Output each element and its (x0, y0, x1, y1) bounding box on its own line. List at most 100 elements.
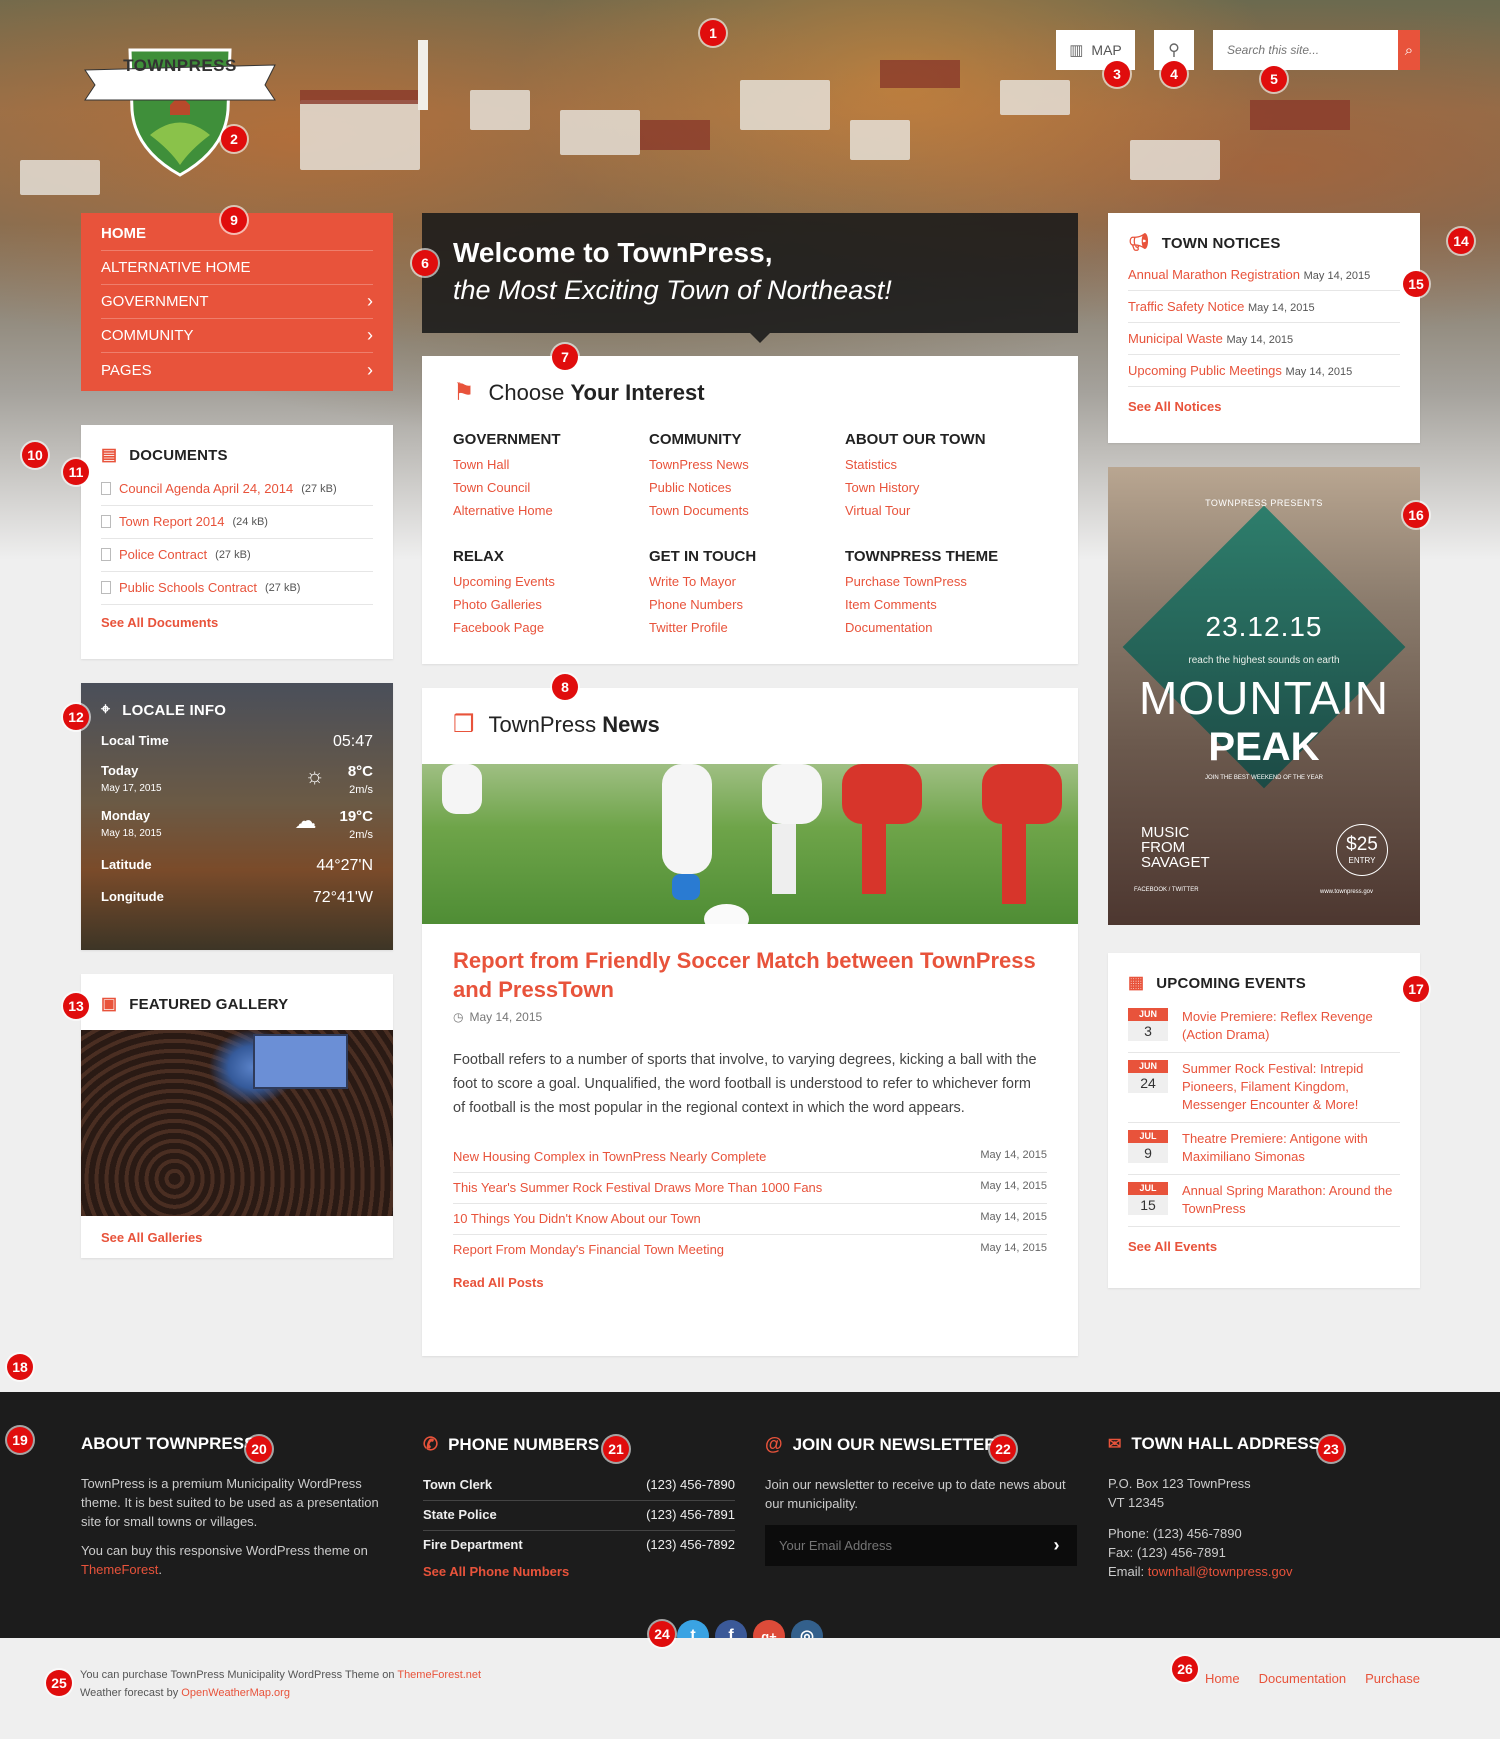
annotation-badge: 3 (1104, 61, 1130, 87)
see-all-galleries-link[interactable]: See All Galleries (101, 1230, 202, 1245)
site-logo[interactable]: TOWNPRESS (80, 40, 280, 180)
event-link[interactable]: Annual Spring Marathon: Around the TownP… (1182, 1182, 1400, 1218)
interest-link[interactable]: Town Documents (649, 503, 845, 518)
phone-number: (123) 456-7892 (646, 1537, 735, 1552)
footer-title: ✉ TOWN HALL ADDRESS (1108, 1434, 1420, 1454)
interest-column: COMMUNITY TownPress News Public Notices Tow… (649, 431, 845, 526)
openweathermap-link[interactable]: OpenWeatherMap.org (181, 1687, 290, 1699)
column-heading: ABOUT OUR TOWN (845, 431, 986, 448)
see-all-notices-link[interactable]: See All Notices (1128, 399, 1400, 414)
news-excerpt: Football refers to a number of sports th… (453, 1052, 1037, 1116)
poster-url: www.townpress.gov (1320, 889, 1374, 895)
document-link[interactable]: Police Contract (119, 547, 207, 562)
bottom-nav-documentation[interactable]: Documentation (1259, 1671, 1346, 1686)
interest-link[interactable]: Facebook Page (453, 620, 649, 635)
see-all-documents-link[interactable]: See All Documents (101, 615, 373, 630)
nav-item-alternative-home[interactable]: ALTERNATIVE HOME (101, 251, 373, 285)
event-item: JUL 9 Theatre Premiere: Antigone with Maxi… (1128, 1123, 1400, 1175)
read-all-posts-link[interactable]: Read All Posts (453, 1275, 1047, 1290)
annotation-badge: 26 (1172, 1656, 1198, 1682)
nav-item-pages[interactable]: PAGES › (101, 353, 373, 387)
interest-link[interactable]: Public Notices (649, 480, 845, 495)
interest-link[interactable]: Phone Numbers (649, 597, 845, 612)
news-meta: ◷ May 14, 2015 (453, 1010, 1047, 1024)
interest-column: ABOUT OUR TOWN Statistics Town History Virt… (845, 431, 1041, 526)
interest-link[interactable]: Virtual Tour (845, 503, 1041, 518)
email-link[interactable]: townhall@townpress.gov (1148, 1564, 1293, 1579)
event-day: 3 (1128, 1021, 1168, 1041)
event-link[interactable]: Movie Premiere: Reflex Revenge (Action D… (1182, 1008, 1400, 1044)
clock-icon: ◷ (453, 1010, 464, 1024)
interest-link[interactable]: Write To Mayor (649, 574, 845, 589)
interest-link[interactable]: Statistics (845, 457, 1041, 472)
document-link[interactable]: Public Schools Contract (119, 580, 257, 595)
news-link[interactable]: 10 Things You Didn't Know About our Town (453, 1211, 701, 1226)
news-link[interactable]: New Housing Complex in TownPress Nearly … (453, 1149, 766, 1164)
event-link[interactable]: Theatre Premiere: Antigone with Maximili… (1182, 1130, 1400, 1166)
annotation-badge: 8 (552, 674, 578, 700)
document-link[interactable]: Town Report 2014 (119, 514, 225, 529)
interest-link[interactable]: Photo Galleries (453, 597, 649, 612)
annotation-badge: 17 (1403, 976, 1429, 1002)
interest-link[interactable]: Town History (845, 480, 1041, 495)
interest-link[interactable]: Town Council (453, 480, 649, 495)
news-link[interactable]: This Year's Summer Rock Festival Draws M… (453, 1180, 822, 1195)
notice-link[interactable]: Municipal Waste (1128, 331, 1223, 346)
news-headline-link[interactable]: Report from Friendly Soccer Match betwee… (453, 946, 1047, 1004)
document-link[interactable]: Council Agenda April 24, 2014 (119, 481, 293, 496)
notice-link[interactable]: Traffic Safety Notice (1128, 299, 1244, 314)
poster-title: MOUNTAIN (1139, 672, 1389, 724)
annotation-badge: 16 (1403, 502, 1429, 528)
interest-link[interactable]: Documentation (845, 620, 1041, 635)
nav-item-government[interactable]: GOVERNMENT › (101, 285, 373, 319)
poster-price-sub: ENTRY (1348, 856, 1376, 865)
file-icon (101, 515, 111, 528)
see-all-phone-numbers-link[interactable]: See All Phone Numbers (423, 1564, 735, 1579)
partly-cloudy-icon: ☼ (304, 763, 325, 788)
interest-link[interactable]: Upcoming Events (453, 574, 649, 589)
bottom-nav: Home Documentation Purchase (1205, 1671, 1420, 1686)
notice-date: May 14, 2015 (1285, 366, 1353, 378)
search-button[interactable]: ⌕ (1398, 30, 1420, 70)
file-icon (101, 581, 111, 594)
gallery-image[interactable] (81, 1030, 393, 1216)
nav-item-community[interactable]: COMMUNITY › (101, 319, 373, 353)
column-heading: TOWNPRESS THEME (845, 548, 999, 565)
news-featured-image[interactable] (422, 764, 1078, 924)
footer-about: ABOUT TOWNPRESS TownPress is a premium M… (81, 1434, 381, 1579)
bottom-nav-home[interactable]: Home (1205, 1671, 1240, 1686)
interest-link[interactable]: TownPress News (649, 457, 845, 472)
annotation-badge: 15 (1403, 271, 1429, 297)
document-item: Town Report 2014 (24 kB) (101, 506, 373, 539)
widget-title-text: UPCOMING EVENTS (1156, 974, 1306, 992)
bottom-nav-purchase[interactable]: Purchase (1365, 1671, 1420, 1686)
title-light: TownPress (488, 711, 597, 737)
wind-speed: 2m/s (349, 829, 373, 841)
notice-link[interactable]: Upcoming Public Meetings (1128, 363, 1282, 378)
file-size: (27 kB) (215, 548, 251, 561)
interest-link[interactable]: Alternative Home (453, 503, 649, 518)
search-input[interactable] (1213, 30, 1398, 70)
themeforest-link[interactable]: ThemeForest (81, 1562, 158, 1577)
notice-link[interactable]: Annual Marathon Registration (1128, 267, 1300, 282)
event-poster[interactable]: TOWNPRESS PRESENTS 23.12.15 reach the hi… (1108, 467, 1420, 925)
see-all-events-link[interactable]: See All Events (1128, 1239, 1400, 1254)
annotation-badge: 19 (7, 1427, 33, 1453)
interest-link[interactable]: Item Comments (845, 597, 1041, 612)
themeforest-net-link[interactable]: ThemeForest.net (397, 1669, 481, 1681)
notice-date: May 14, 2015 (1247, 302, 1315, 314)
news-link[interactable]: Report From Monday's Financial Town Meet… (453, 1242, 724, 1257)
search-box: ⌕ (1213, 30, 1420, 70)
event-link[interactable]: Summer Rock Festival: Intrepid Pioneers,… (1182, 1060, 1400, 1114)
poster-tagline-2: JOIN THE BEST WEEKEND OF THE YEAR (1205, 775, 1323, 781)
address-text: P.O. Box 123 TownPress VT 12345 (1108, 1474, 1420, 1512)
latitude-label: Latitude (101, 857, 152, 872)
newsletter-email-input[interactable] (765, 1525, 1036, 1566)
newsletter-submit-button[interactable]: › (1036, 1525, 1077, 1566)
interest-link[interactable]: Twitter Profile (649, 620, 845, 635)
notice-list: Annual Marathon Registration May 14, 201… (1128, 259, 1400, 387)
event-date-badge: JUN 3 (1128, 1008, 1168, 1044)
interest-link[interactable]: Town Hall (453, 457, 649, 472)
interest-link[interactable]: Purchase TownPress (845, 574, 1041, 589)
event-date-badge: JUL 15 (1128, 1182, 1168, 1218)
